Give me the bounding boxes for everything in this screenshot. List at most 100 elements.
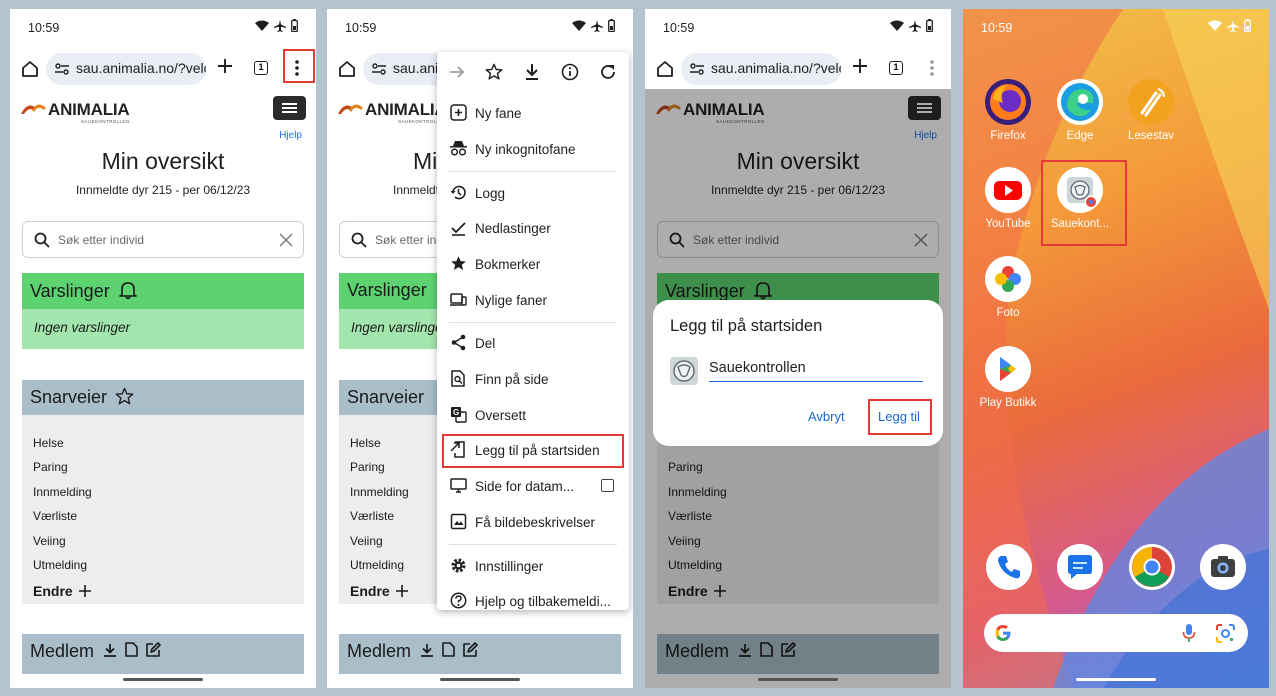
url-bar[interactable]: sau.animalia.no/?velg	[46, 53, 206, 85]
home-icon[interactable]	[336, 58, 358, 80]
nav-handle[interactable]	[440, 678, 520, 681]
new-tab-plus-icon[interactable]	[216, 57, 234, 75]
shortcut-link[interactable]: Helse	[350, 436, 381, 450]
menu-item-downloads[interactable]: Nedlastinger	[437, 216, 629, 242]
menu-separator	[449, 171, 617, 172]
site-settings-icon[interactable]	[54, 61, 70, 77]
edit-icon[interactable]	[146, 642, 161, 657]
brand-name: ANIMALIA	[365, 100, 447, 119]
animalia-logo[interactable]: ANIMALIA SAUEKONTROLLEN	[21, 101, 130, 124]
google-photos-icon	[985, 256, 1031, 302]
app-edge[interactable]: Edge	[1043, 79, 1117, 142]
bell-icon	[118, 282, 137, 300]
document-icon[interactable]	[442, 642, 455, 657]
cancel-button[interactable]: Avbryt	[808, 409, 845, 424]
airplane-icon	[274, 19, 286, 32]
site-settings-icon[interactable]	[689, 61, 705, 77]
shortcut-link[interactable]: Innmelding	[350, 485, 409, 499]
clear-icon[interactable]	[279, 233, 293, 247]
edit-shortcuts-button[interactable]: Endre	[33, 583, 91, 599]
new-tab-icon	[450, 104, 467, 121]
nav-handle[interactable]	[758, 678, 838, 681]
menu-item-desktop-site[interactable]: Side for datam...	[437, 474, 629, 500]
download-page-icon[interactable]	[523, 63, 541, 81]
url-text: sau.animalia.no/?velg	[711, 60, 841, 76]
svg-text:G: G	[453, 408, 459, 417]
shortcut-link[interactable]: Utmelding	[350, 558, 404, 572]
document-icon[interactable]	[125, 642, 138, 657]
search-input[interactable]: Søk etter individ	[22, 221, 304, 258]
bookmark-star-icon[interactable]	[485, 63, 503, 81]
reload-icon[interactable]	[599, 63, 617, 81]
shortcut-link[interactable]: Paring	[350, 460, 385, 474]
tab-count-icon[interactable]: 1	[254, 61, 268, 75]
google-search-bar[interactable]	[984, 614, 1248, 652]
browser-toolbar: sau.animalia.no/?velg 1	[645, 51, 951, 87]
app-lesestav[interactable]: Lesestav	[1114, 79, 1188, 142]
app-youtube[interactable]: YouTube	[971, 167, 1045, 230]
menu-item-settings[interactable]: Innstillinger	[437, 554, 629, 580]
wifi-icon	[255, 20, 269, 31]
menu-item-find[interactable]: Finn på side	[437, 367, 629, 393]
menu-item-help[interactable]: Hjelp og tilbakemeldi...	[437, 589, 629, 615]
dock-messages[interactable]	[1057, 544, 1103, 590]
shortcut-link[interactable]: Helse	[33, 436, 64, 450]
help-link[interactable]: Hjelp	[279, 130, 302, 141]
shortcut-link[interactable]: Innmelding	[33, 485, 92, 499]
menu-top-actions	[437, 58, 629, 86]
menu-item-label: Ny inkognitofane	[475, 142, 576, 157]
menu-item-image-descriptions[interactable]: Få bildebeskrivelser	[437, 510, 629, 536]
alerts-body: Ingen varslinger	[22, 309, 304, 349]
dock-camera[interactable]	[1200, 544, 1246, 590]
nav-handle[interactable]	[1076, 678, 1156, 681]
edit-label: Endre	[33, 583, 73, 599]
recent-tabs-icon	[450, 293, 467, 306]
menu-item-new-tab[interactable]: Ny fane	[437, 101, 629, 127]
shortcut-link[interactable]: Paring	[33, 460, 68, 474]
menu-item-label: Side for datam...	[475, 479, 575, 494]
menu-item-bookmarks[interactable]: Bokmerker	[437, 252, 629, 278]
home-icon[interactable]	[654, 58, 676, 80]
animalia-logo[interactable]: ANIMALIA SAUEKONTROLLEN	[338, 101, 447, 124]
lens-icon[interactable]	[1216, 624, 1235, 643]
tab-count-icon[interactable]: 1	[889, 61, 903, 75]
more-menu-icon[interactable]	[923, 57, 941, 79]
app-firefox[interactable]: Firefox	[971, 79, 1045, 142]
nav-handle[interactable]	[123, 678, 203, 681]
menu-item-share[interactable]: Del	[437, 331, 629, 357]
forward-icon[interactable]	[448, 63, 466, 81]
edit-shortcuts-button[interactable]: Endre	[350, 583, 408, 599]
shortcut-name-input[interactable]: Sauekontrollen	[709, 360, 923, 382]
menu-separator	[449, 322, 617, 323]
download-icon[interactable]	[103, 643, 117, 657]
home-icon[interactable]	[19, 58, 41, 80]
url-bar[interactable]: sau.animalia.no/?velg	[681, 53, 841, 85]
shortcut-link[interactable]: Veiing	[350, 534, 383, 548]
app-foto[interactable]: Foto	[971, 256, 1045, 319]
site-settings-icon[interactable]	[371, 61, 387, 77]
shortcut-link[interactable]: Veiing	[33, 534, 66, 548]
new-tab-plus-icon[interactable]	[851, 57, 869, 75]
desktop-site-checkbox[interactable]	[601, 479, 614, 492]
voice-search-icon[interactable]	[1182, 623, 1196, 643]
menu-item-history[interactable]: Logg	[437, 181, 629, 207]
url-text: sau.animalia.no/?velg	[76, 60, 206, 76]
status-time: 10:59	[981, 21, 1013, 35]
shortcut-link[interactable]: Værliste	[33, 509, 77, 523]
download-icon[interactable]	[420, 643, 434, 657]
menu-item-incognito[interactable]: Ny inkognitofane	[437, 137, 629, 163]
app-play-store[interactable]: Play Butikk	[971, 346, 1045, 409]
shortcuts-title: Snarveier	[347, 387, 425, 407]
shortcut-link[interactable]: Utmelding	[33, 558, 87, 572]
menu-item-translate[interactable]: G Oversett	[437, 403, 629, 429]
dock-phone[interactable]	[986, 544, 1032, 590]
menu-item-recent-tabs[interactable]: Nylige faner	[437, 288, 629, 314]
shortcut-link[interactable]: Værliste	[350, 509, 394, 523]
status-icons	[255, 19, 298, 32]
star-icon[interactable]	[115, 387, 134, 406]
edit-icon[interactable]	[463, 642, 478, 657]
browser-toolbar: sau.animalia.no/?velg 1	[10, 49, 316, 87]
dock-chrome[interactable]	[1129, 544, 1175, 590]
page-info-icon[interactable]	[561, 63, 579, 81]
hamburger-menu-button[interactable]	[273, 96, 306, 120]
